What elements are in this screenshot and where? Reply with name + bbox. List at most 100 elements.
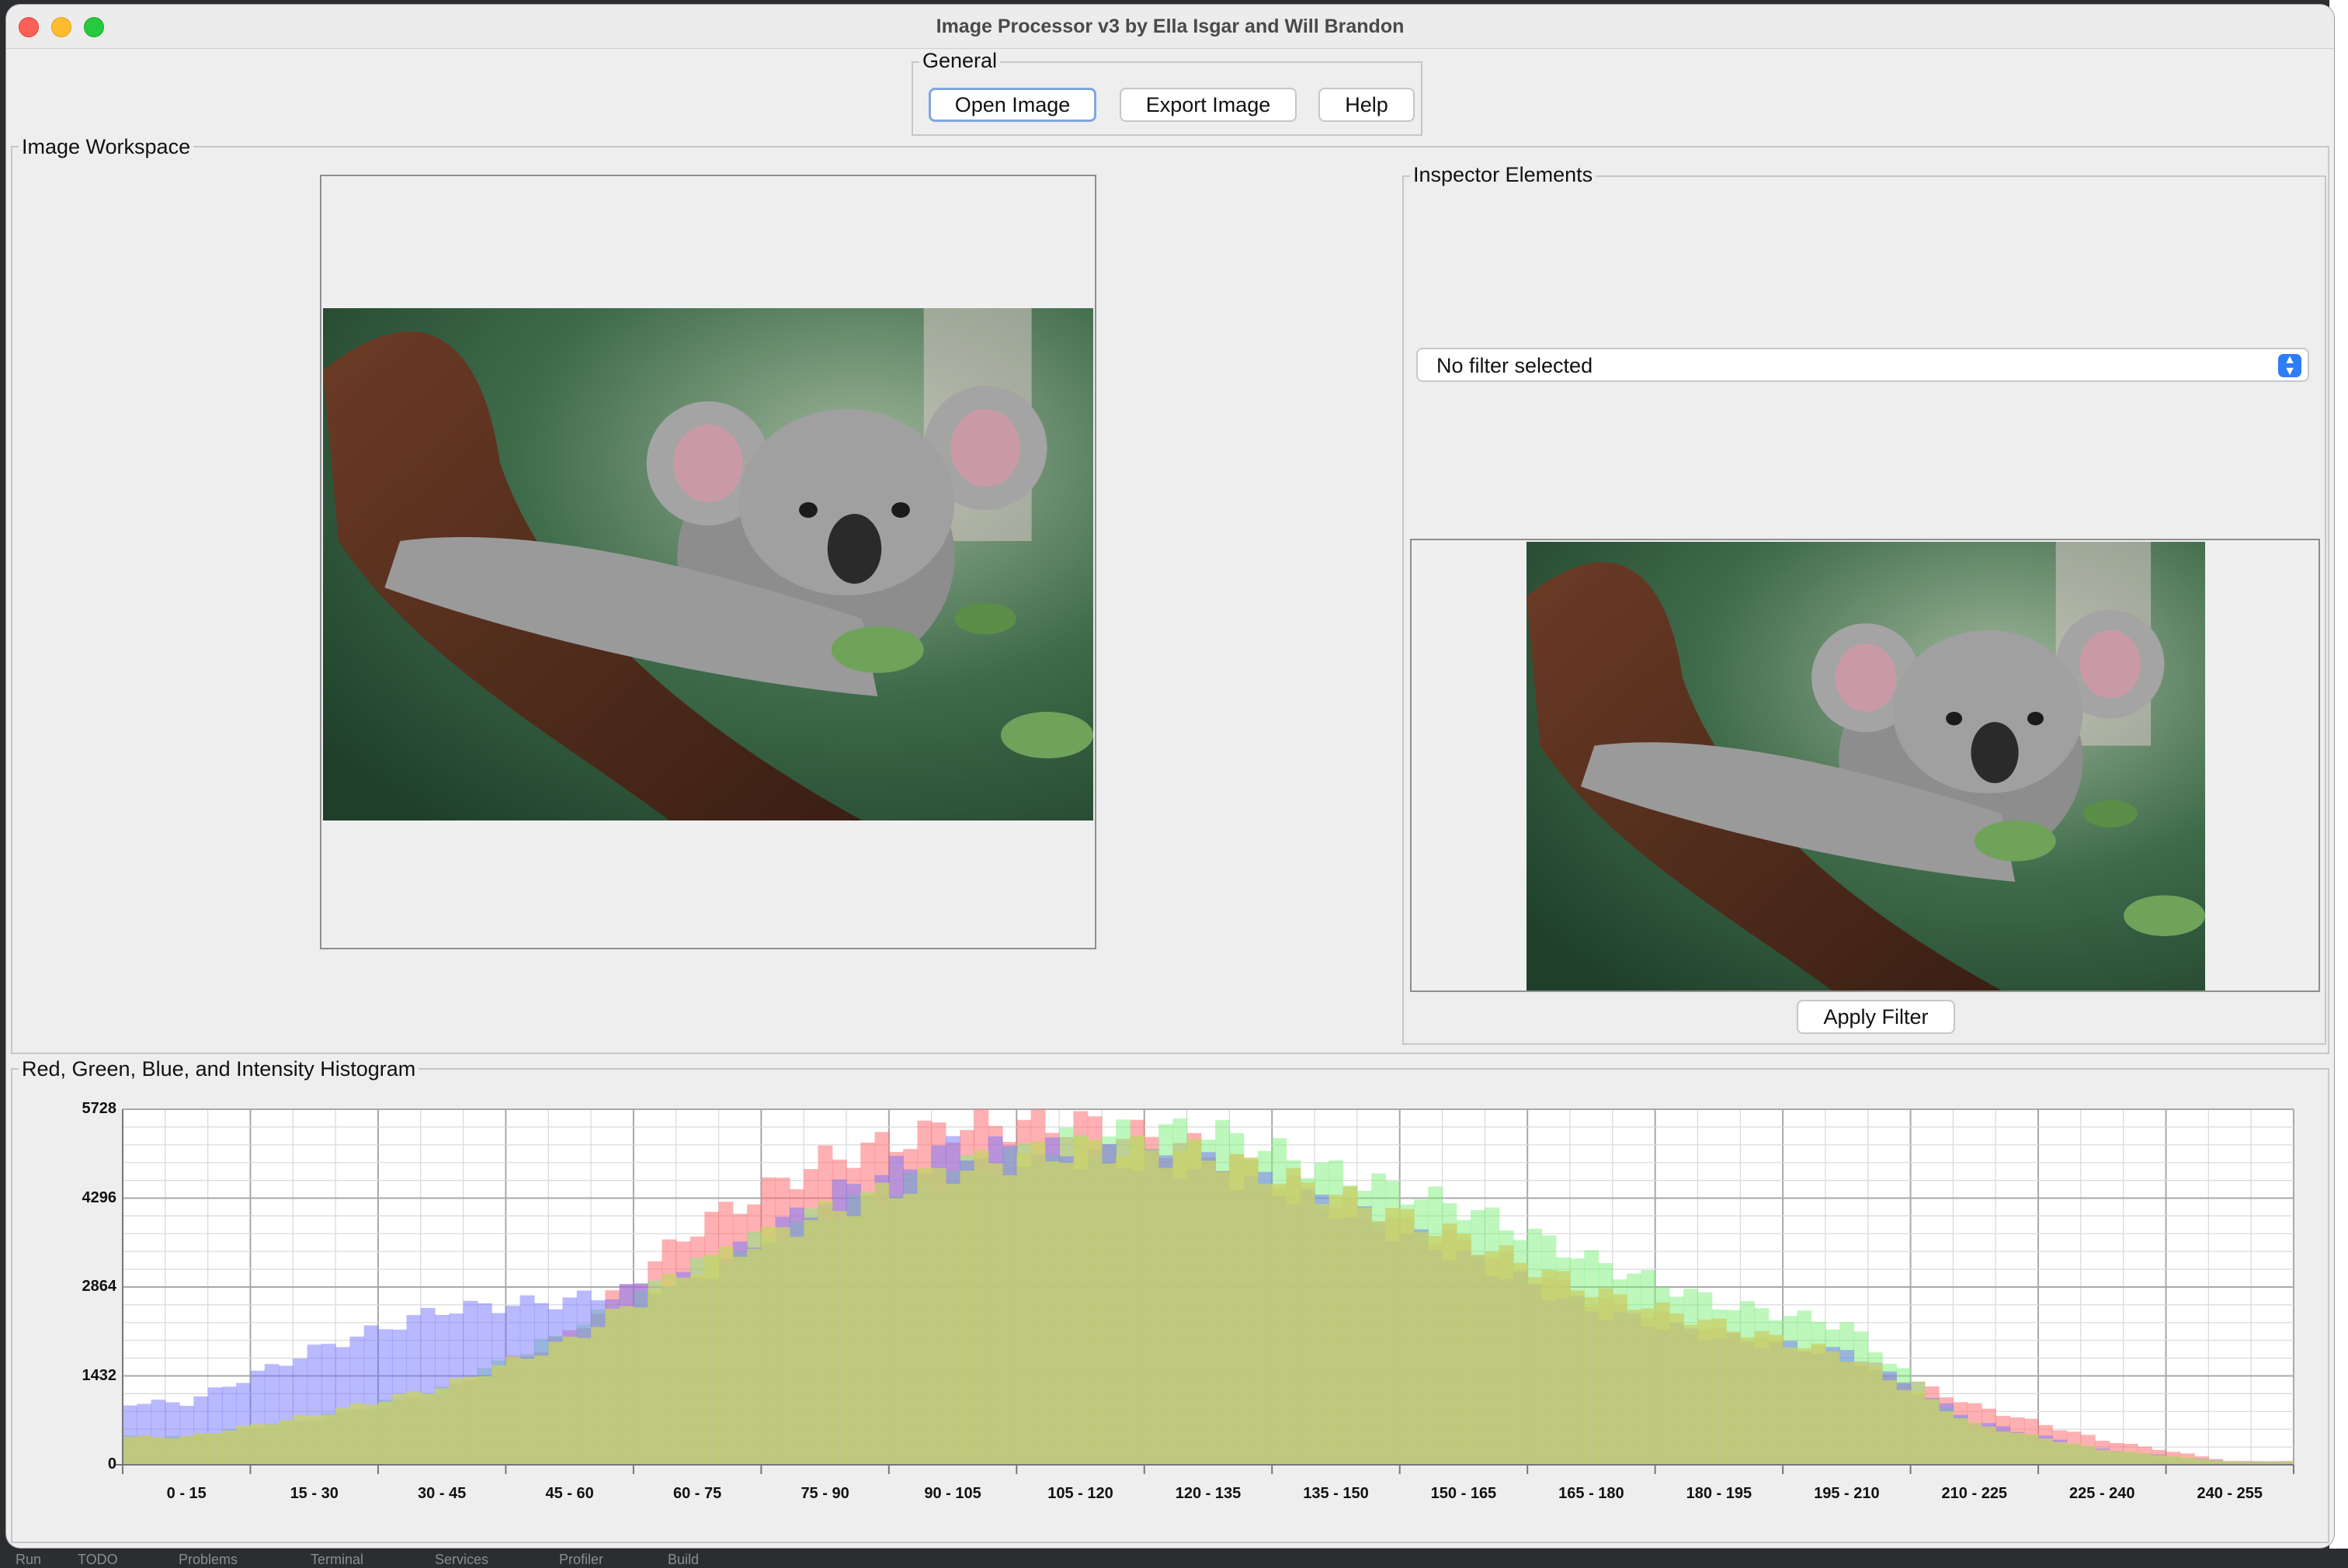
- preview-image-panel[interactable]: [1410, 539, 2320, 992]
- bar-intensity: [2123, 1451, 2138, 1465]
- image-workspace-legend: Image Workspace: [19, 135, 194, 158]
- bar-intensity: [974, 1150, 989, 1465]
- bar-intensity: [1116, 1156, 1131, 1465]
- x-tick-label: 135 - 150: [1303, 1485, 1369, 1502]
- bar-intensity: [307, 1415, 322, 1465]
- bar-intensity: [1939, 1411, 1954, 1465]
- bar-intensity: [1016, 1153, 1032, 1465]
- bar-intensity: [1882, 1380, 1897, 1465]
- bar-intensity: [1811, 1344, 1826, 1465]
- bar-intensity: [1499, 1245, 1514, 1465]
- bar-intensity: [420, 1393, 436, 1465]
- bar-intensity: [321, 1414, 336, 1465]
- bar-intensity: [1768, 1334, 1784, 1465]
- bar-intensity: [832, 1211, 847, 1465]
- bar-intensity: [2080, 1445, 2096, 1465]
- bar-intensity: [519, 1358, 535, 1465]
- bar-intensity: [1186, 1139, 1202, 1465]
- open-image-button[interactable]: Open Image: [929, 88, 1096, 122]
- bar-intensity: [1356, 1207, 1372, 1465]
- bar-intensity: [704, 1254, 720, 1465]
- bar-intensity: [1300, 1182, 1315, 1465]
- bar-intensity: [605, 1308, 620, 1465]
- bar-intensity: [1655, 1302, 1670, 1465]
- x-tick-label: 180 - 195: [1686, 1485, 1752, 1502]
- bar-intensity: [2023, 1434, 2039, 1465]
- bar-intensity: [236, 1425, 252, 1465]
- bar-intensity: [633, 1307, 648, 1465]
- bar-intensity: [1329, 1195, 1344, 1465]
- x-tick-label: 0 - 15: [166, 1485, 207, 1502]
- inspector-elements-group: Inspector Elements No filter selected ▲ ▼: [1402, 163, 2326, 1045]
- bar-intensity: [775, 1227, 790, 1465]
- bar-intensity: [804, 1219, 819, 1465]
- ide-toolbar-item[interactable]: Terminal: [311, 1552, 363, 1568]
- bar-intensity: [2194, 1459, 2209, 1465]
- bar-intensity: [747, 1248, 762, 1465]
- bar-intensity: [1257, 1184, 1273, 1465]
- bar-intensity: [1030, 1141, 1046, 1465]
- y-tick-label: 1432: [82, 1366, 117, 1384]
- ide-toolbar-item[interactable]: Run: [16, 1552, 41, 1568]
- bar-intensity: [179, 1436, 194, 1465]
- bar-intensity: [1144, 1150, 1159, 1465]
- x-tick-label: 15 - 30: [290, 1485, 339, 1502]
- bar-intensity: [562, 1336, 578, 1465]
- bar-intensity: [860, 1193, 876, 1465]
- bar-intensity: [1924, 1399, 1940, 1465]
- bar-intensity: [1910, 1392, 1926, 1465]
- bar-intensity: [2009, 1432, 2025, 1465]
- bar-intensity: [789, 1237, 804, 1465]
- bar-intensity: [2152, 1455, 2167, 1465]
- ide-toolbar-item[interactable]: Profiler: [559, 1552, 603, 1568]
- general-legend: General: [919, 49, 1001, 72]
- bar-intensity: [392, 1393, 408, 1465]
- ide-toolbar-item[interactable]: Problems: [179, 1552, 238, 1568]
- bar-intensity: [477, 1376, 492, 1465]
- bar-intensity: [1754, 1330, 1770, 1465]
- bar-intensity: [435, 1388, 450, 1465]
- bar-intensity: [1797, 1348, 1812, 1465]
- bar-intensity: [2066, 1443, 2082, 1465]
- bar-intensity: [2166, 1456, 2181, 1465]
- export-image-button[interactable]: Export Image: [1120, 88, 1297, 122]
- bar-intensity: [676, 1277, 691, 1465]
- koala-image: [323, 308, 1093, 820]
- bar-intensity: [648, 1290, 663, 1465]
- bar-intensity: [1896, 1389, 1912, 1465]
- bar-intensity: [1825, 1351, 1840, 1465]
- bar-intensity: [960, 1171, 975, 1465]
- bar-intensity: [1513, 1262, 1528, 1465]
- bar-intensity: [151, 1437, 166, 1465]
- main-image-panel[interactable]: [320, 175, 1096, 949]
- bar-intensity: [1342, 1186, 1358, 1465]
- x-tick-label: 210 - 225: [1941, 1485, 2008, 1502]
- title-bar[interactable]: Image Processor v3 by Ella Isgar and Wil…: [6, 5, 2334, 49]
- bar-intensity: [1697, 1320, 1713, 1465]
- ide-toolbar-item[interactable]: Services: [435, 1552, 488, 1568]
- chevron-up-down-icon: ▲ ▼: [2278, 354, 2301, 378]
- bar-intensity: [718, 1246, 734, 1465]
- bar-intensity: [1286, 1167, 1301, 1465]
- ide-toolbar-item[interactable]: TODO: [78, 1552, 118, 1568]
- filter-select[interactable]: No filter selected ▲ ▼: [1416, 348, 2309, 382]
- bar-intensity: [2052, 1441, 2068, 1465]
- bar-intensity: [1485, 1251, 1500, 1465]
- bar-intensity: [1839, 1362, 1855, 1465]
- bar-intensity: [1726, 1331, 1741, 1465]
- bar-intensity: [279, 1420, 294, 1465]
- bar-intensity: [165, 1438, 180, 1465]
- x-tick-label: 120 - 135: [1175, 1485, 1242, 1502]
- bar-intensity: [1584, 1297, 1599, 1465]
- bar-intensity: [1598, 1288, 1613, 1465]
- ide-toolbar-item[interactable]: Build: [668, 1552, 699, 1568]
- bar-intensity: [988, 1163, 1003, 1465]
- bar-intensity: [1711, 1318, 1727, 1465]
- help-button[interactable]: Help: [1318, 88, 1415, 122]
- x-tick-label: 30 - 45: [418, 1485, 467, 1502]
- bar-intensity: [463, 1376, 478, 1465]
- bar-intensity: [137, 1435, 152, 1465]
- apply-filter-button[interactable]: Apply Filter: [1797, 1000, 1955, 1034]
- bar-intensity: [1002, 1175, 1017, 1465]
- bar-intensity: [1867, 1366, 1883, 1465]
